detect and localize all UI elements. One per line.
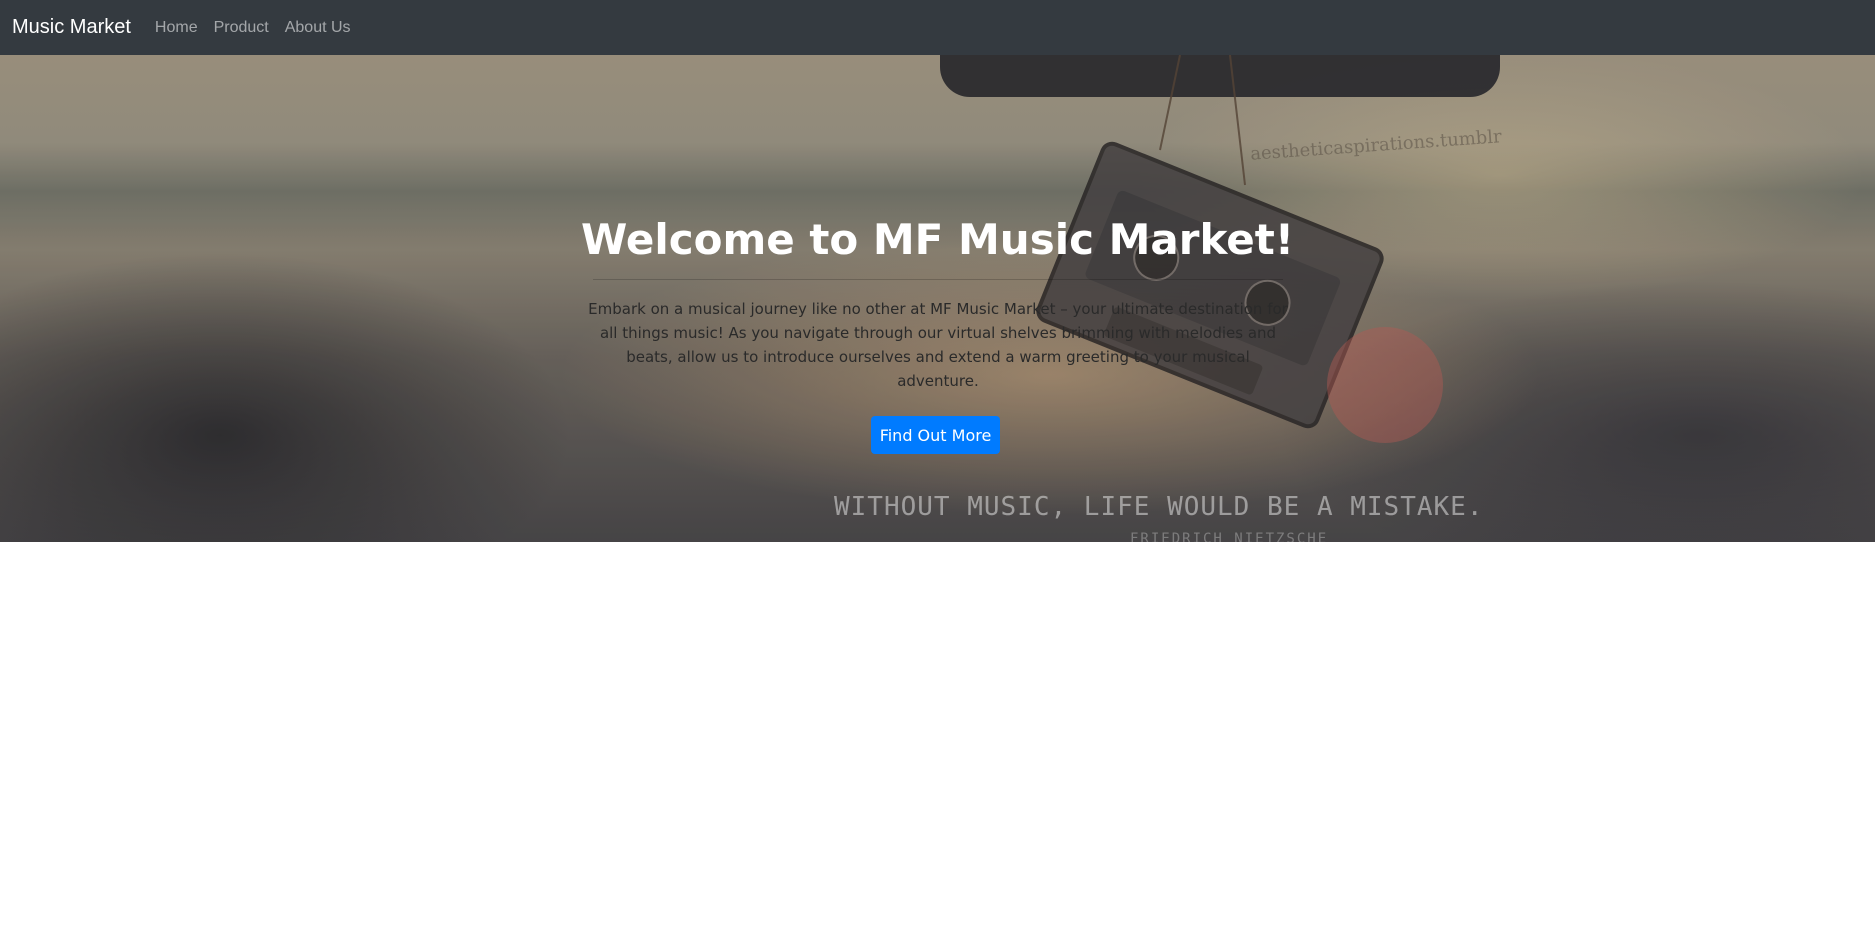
nav-link-home[interactable]: Home <box>155 19 198 37</box>
find-out-more-button[interactable]: Find Out More <box>871 416 1000 454</box>
hero-divider <box>593 279 1283 280</box>
nav-link-product[interactable]: Product <box>214 19 269 37</box>
brand-link[interactable]: Music Market <box>12 16 131 39</box>
hero-lead-text: Embark on a musical journey like no othe… <box>588 300 1288 390</box>
nav-link-about-us[interactable]: About Us <box>285 19 351 37</box>
nav-links: Home Product About Us <box>155 19 367 37</box>
hero-content: Welcome to MF Music Market! Embark on a … <box>0 55 1875 542</box>
hero-title: Welcome to MF Music Market! <box>581 215 1294 264</box>
top-navbar: Music Market Home Product About Us <box>0 0 1875 55</box>
hero-banner: aestheticaspirations.tumblr WITHOUT MUSI… <box>0 55 1875 542</box>
